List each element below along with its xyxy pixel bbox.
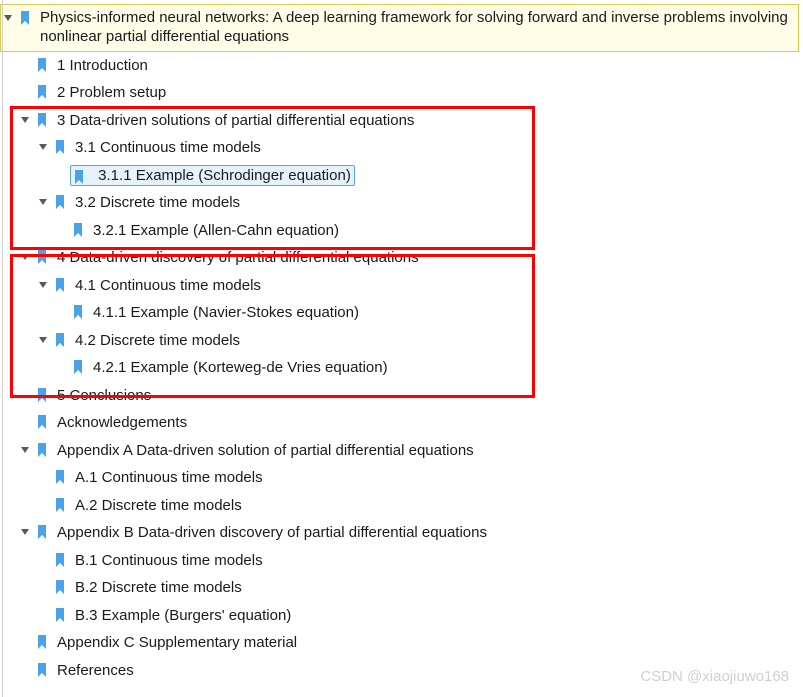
tree-item-appB3[interactable]: B.3 Example (Burgers' equation) — [36, 602, 803, 630]
expand-spacer — [18, 635, 32, 649]
bookmark-icon — [34, 662, 50, 678]
expand-toggle[interactable] — [18, 525, 32, 539]
tree-root-row[interactable]: Physics-informed neural networks: A deep… — [0, 4, 799, 52]
expand-spacer — [54, 360, 68, 374]
tree-item-sec421[interactable]: 4.2.1 Example (Korteweg-de Vries equatio… — [54, 354, 803, 382]
tree-label[interactable]: B.3 Example (Burgers' equation) — [72, 605, 294, 627]
tree-item-appB[interactable]: Appendix B Data-driven discovery of part… — [18, 519, 803, 547]
expand-spacer — [54, 168, 68, 182]
tree-label[interactable]: Acknowledgements — [54, 412, 190, 434]
tree-label[interactable]: 3.2.1 Example (Allen-Cahn equation) — [90, 220, 342, 242]
tree-label[interactable]: 3.1.1 Example (Schrodinger equation) — [95, 166, 354, 185]
tree-item-sec4[interactable]: 4 Data-driven discovery of partial diffe… — [18, 244, 803, 272]
expand-toggle[interactable] — [1, 11, 15, 25]
tree-item-sec411[interactable]: 4.1.1 Example (Navier-Stokes equation) — [54, 299, 803, 327]
tree-item-appC[interactable]: Appendix C Supplementary material — [18, 629, 803, 657]
expand-toggle[interactable] — [18, 113, 32, 127]
tree-item-sec32[interactable]: 3.2 Discrete time models — [36, 189, 803, 217]
bookmark-icon — [52, 552, 68, 568]
tree-item-sec321[interactable]: 3.2.1 Example (Allen-Cahn equation) — [54, 217, 803, 245]
tree-item-appB2[interactable]: B.2 Discrete time models — [36, 574, 803, 602]
tree-item-problem[interactable]: 2 Problem setup — [18, 79, 803, 107]
bookmark-icon — [70, 359, 86, 375]
bookmark-icon — [17, 10, 33, 26]
expand-toggle[interactable] — [36, 140, 50, 154]
tree-label[interactable]: Appendix B Data-driven discovery of part… — [54, 522, 490, 544]
bookmark-icon — [34, 84, 50, 100]
bookmark-icon — [34, 249, 50, 265]
bookmark-icon — [34, 634, 50, 650]
tree-item-ack[interactable]: Acknowledgements — [18, 409, 803, 437]
bookmark-icon — [52, 469, 68, 485]
bookmark-icon — [34, 57, 50, 73]
expand-spacer — [18, 663, 32, 677]
expand-toggle[interactable] — [36, 278, 50, 292]
bookmark-icon — [34, 112, 50, 128]
expand-spacer — [36, 470, 50, 484]
tree-item-sec42[interactable]: 4.2 Discrete time models — [36, 327, 803, 355]
tree-label[interactable]: 2 Problem setup — [54, 82, 169, 104]
expand-spacer — [36, 608, 50, 622]
expand-spacer — [36, 553, 50, 567]
tree-label[interactable]: 1 Introduction — [54, 55, 151, 77]
tree-item-appB1[interactable]: B.1 Continuous time models — [36, 547, 803, 575]
bookmark-icon — [52, 277, 68, 293]
tree-label[interactable]: Physics-informed neural networks: A deep… — [37, 8, 794, 48]
tree-label[interactable]: A.1 Continuous time models — [72, 467, 266, 489]
tree-label[interactable]: 5 Conclusions — [54, 385, 154, 407]
tree-label[interactable]: 3.1 Continuous time models — [72, 137, 264, 159]
expand-spacer — [18, 388, 32, 402]
bookmark-icon — [52, 139, 68, 155]
tree-label[interactable]: Appendix A Data-driven solution of parti… — [54, 440, 477, 462]
expand-spacer — [18, 58, 32, 72]
bookmark-icon — [52, 579, 68, 595]
tree-item-sec41[interactable]: 4.1 Continuous time models — [36, 272, 803, 300]
bookmark-icon — [52, 194, 68, 210]
tree-label[interactable]: 4 Data-driven discovery of partial diffe… — [54, 247, 422, 269]
tree-item-refs[interactable]: References — [18, 657, 803, 685]
tree-item-intro[interactable]: 1 Introduction — [18, 52, 803, 80]
expand-spacer — [18, 85, 32, 99]
tree-item-sec31[interactable]: 3.1 Continuous time models — [36, 134, 803, 162]
bookmark-icon — [71, 169, 87, 185]
tree-item-sec3[interactable]: 3 Data-driven solutions of partial diffe… — [18, 107, 803, 135]
expand-toggle[interactable] — [18, 250, 32, 264]
bookmark-icon — [34, 387, 50, 403]
bookmark-icon — [34, 442, 50, 458]
bookmark-tree: Physics-informed neural networks: A deep… — [0, 0, 803, 688]
tree-item-appA[interactable]: Appendix A Data-driven solution of parti… — [18, 437, 803, 465]
bookmark-icon — [34, 414, 50, 430]
tree-item-appA1[interactable]: A.1 Continuous time models — [36, 464, 803, 492]
tree-label[interactable]: 4.2.1 Example (Korteweg-de Vries equatio… — [90, 357, 391, 379]
bookmark-icon — [34, 524, 50, 540]
tree-label[interactable]: 4.1.1 Example (Navier-Stokes equation) — [90, 302, 362, 324]
expand-spacer — [36, 498, 50, 512]
tree-label[interactable]: 4.2 Discrete time models — [72, 330, 243, 352]
expand-spacer — [18, 415, 32, 429]
expand-toggle[interactable] — [36, 195, 50, 209]
expand-spacer — [36, 580, 50, 594]
bookmark-icon — [70, 222, 86, 238]
tree-item-sec311[interactable]: 3.1.1 Example (Schrodinger equation) — [54, 162, 803, 190]
tree-label[interactable]: References — [54, 660, 137, 682]
expand-spacer — [54, 305, 68, 319]
tree-label[interactable]: Appendix C Supplementary material — [54, 632, 300, 654]
expand-spacer — [54, 223, 68, 237]
tree-label[interactable]: B.2 Discrete time models — [72, 577, 245, 599]
tree-item-appA2[interactable]: A.2 Discrete time models — [36, 492, 803, 520]
expand-toggle[interactable] — [18, 443, 32, 457]
bookmark-icon — [52, 607, 68, 623]
tree-item-sec5[interactable]: 5 Conclusions — [18, 382, 803, 410]
tree-label[interactable]: 4.1 Continuous time models — [72, 275, 264, 297]
bookmark-icon — [52, 497, 68, 513]
expand-toggle[interactable] — [36, 333, 50, 347]
bookmark-icon — [70, 304, 86, 320]
tree-label[interactable]: A.2 Discrete time models — [72, 495, 245, 517]
tree-label[interactable]: 3.2 Discrete time models — [72, 192, 243, 214]
tree-label[interactable]: 3 Data-driven solutions of partial diffe… — [54, 110, 417, 132]
bookmark-icon — [52, 332, 68, 348]
tree-label[interactable]: B.1 Continuous time models — [72, 550, 266, 572]
